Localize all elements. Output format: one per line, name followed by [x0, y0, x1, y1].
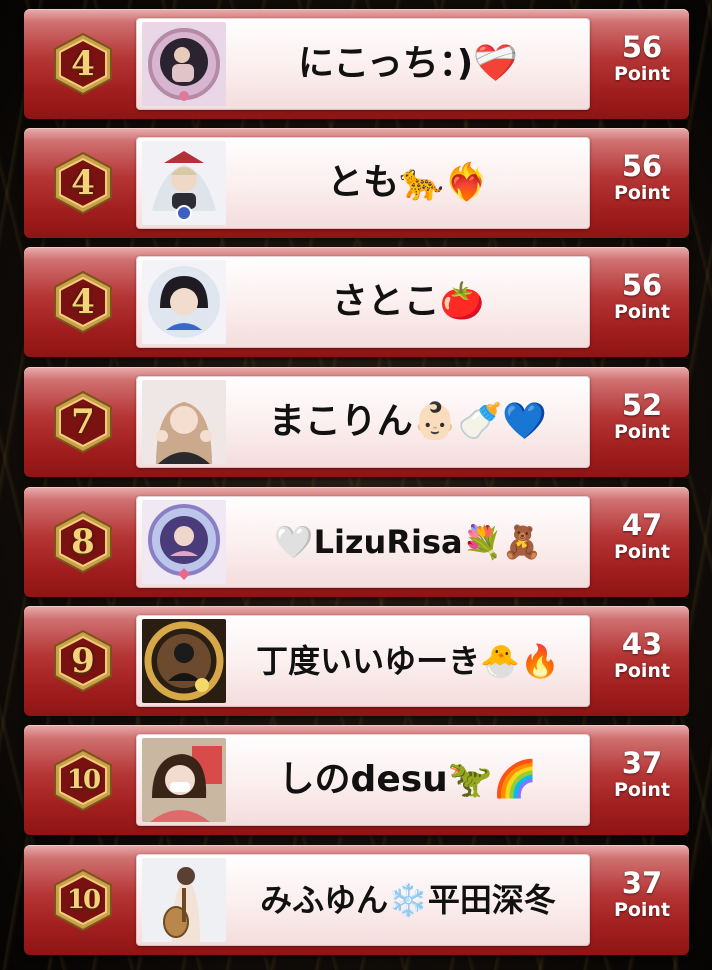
avatar-photo-icon — [142, 260, 226, 344]
rank-number: 4 — [71, 44, 95, 84]
name-plate: さとこ🍅 — [136, 256, 590, 348]
rank-badge: 4 — [52, 32, 114, 96]
ranking-row[interactable]: 8 🤍LizuRisa💐🧸 47 Point — [24, 487, 689, 597]
score-value: 47 — [621, 508, 663, 542]
user-name: にこっち：)❤️‍🩹 — [297, 43, 519, 84]
user-name: とも🐆❤️‍🔥 — [327, 162, 489, 203]
rank-badge: 8 — [52, 510, 114, 574]
rank-badge: 7 — [52, 390, 114, 454]
avatar-photo-icon — [142, 619, 226, 703]
score-value: 56 — [621, 268, 663, 302]
score-unit: Point — [613, 421, 671, 443]
score-value: 56 — [621, 30, 663, 64]
score-value: 37 — [621, 866, 663, 900]
score: 47 Point — [602, 509, 682, 563]
score: 56 Point — [602, 31, 682, 85]
score-value: 56 — [621, 149, 663, 183]
score: 56 Point — [602, 269, 682, 323]
score-value: 37 — [621, 746, 663, 780]
user-name: まこりん👶🏻🍼💙 — [268, 401, 548, 442]
name-plate: しのdesu🦖🌈 — [136, 734, 590, 826]
score-unit: Point — [613, 541, 671, 563]
score-value: 43 — [621, 627, 663, 661]
score-value: 52 — [621, 388, 663, 422]
name-plate: 丁度いいゆーき🐣🔥 — [136, 615, 590, 707]
rank-number: 10 — [66, 885, 101, 915]
avatar[interactable] — [142, 22, 226, 106]
rank-number: 7 — [71, 402, 95, 442]
score-unit: Point — [613, 63, 671, 85]
rank-badge: 10 — [52, 868, 114, 932]
avatar[interactable] — [142, 738, 226, 822]
user-name: 丁度いいゆーき🐣🔥 — [256, 642, 560, 680]
score-unit: Point — [613, 660, 671, 682]
score-unit: Point — [613, 182, 671, 204]
avatar-photo-icon — [142, 738, 226, 822]
avatar[interactable] — [142, 380, 226, 464]
score: 37 Point — [602, 867, 682, 921]
avatar[interactable] — [142, 260, 226, 344]
avatar-photo-icon — [142, 858, 226, 942]
avatar[interactable] — [142, 619, 226, 703]
score-unit: Point — [613, 301, 671, 323]
score-unit: Point — [613, 779, 671, 801]
ranking-row[interactable]: 7 まこりん👶🏻🍼💙 52 Point — [24, 367, 689, 477]
rank-number: 4 — [71, 282, 95, 322]
rank-badge: 9 — [52, 629, 114, 693]
rank-number: 10 — [66, 765, 101, 795]
rank-badge: 10 — [52, 748, 114, 812]
user-name: しのdesu🦖🌈 — [278, 759, 538, 800]
name-plate: にこっち：)❤️‍🩹 — [136, 18, 590, 110]
ranking-row[interactable]: 4 とも🐆❤️‍🔥 56 Point — [24, 128, 689, 238]
user-name: 🤍LizuRisa💐🧸 — [273, 523, 543, 561]
ranking-row[interactable]: 9 丁度いいゆーき🐣🔥 43 Point — [24, 606, 689, 716]
name-plate: とも🐆❤️‍🔥 — [136, 137, 590, 229]
ranking-row[interactable]: 4 にこっち：)❤️‍🩹 56 Point — [24, 9, 689, 119]
score: 56 Point — [602, 150, 682, 204]
score: 37 Point — [602, 747, 682, 801]
avatar-photo-icon — [142, 141, 226, 225]
avatar-photo-icon — [142, 380, 226, 464]
name-plate: まこりん👶🏻🍼💙 — [136, 376, 590, 468]
name-plate: 🤍LizuRisa💐🧸 — [136, 496, 590, 588]
score: 52 Point — [602, 389, 682, 443]
rank-number: 9 — [71, 641, 95, 681]
avatar[interactable] — [142, 500, 226, 584]
rank-badge: 4 — [52, 270, 114, 334]
ranking-row[interactable]: 10 みふゆん❄️平田深冬 37 Point — [24, 845, 689, 955]
avatar-photo-icon — [142, 500, 226, 584]
score-unit: Point — [613, 899, 671, 921]
score: 43 Point — [602, 628, 682, 682]
rank-badge: 4 — [52, 151, 114, 215]
rank-number: 8 — [71, 522, 95, 562]
ranking-row[interactable]: 10 しのdesu🦖🌈 37 Point — [24, 725, 689, 835]
avatar[interactable] — [142, 858, 226, 942]
rank-number: 4 — [71, 163, 95, 203]
avatar-photo-icon — [142, 22, 226, 106]
ranking-row[interactable]: 4 さとこ🍅 56 Point — [24, 247, 689, 357]
name-plate: みふゆん❄️平田深冬 — [136, 854, 590, 946]
user-name: さとこ🍅 — [331, 281, 485, 322]
user-name: みふゆん❄️平田深冬 — [260, 881, 556, 919]
avatar[interactable] — [142, 141, 226, 225]
